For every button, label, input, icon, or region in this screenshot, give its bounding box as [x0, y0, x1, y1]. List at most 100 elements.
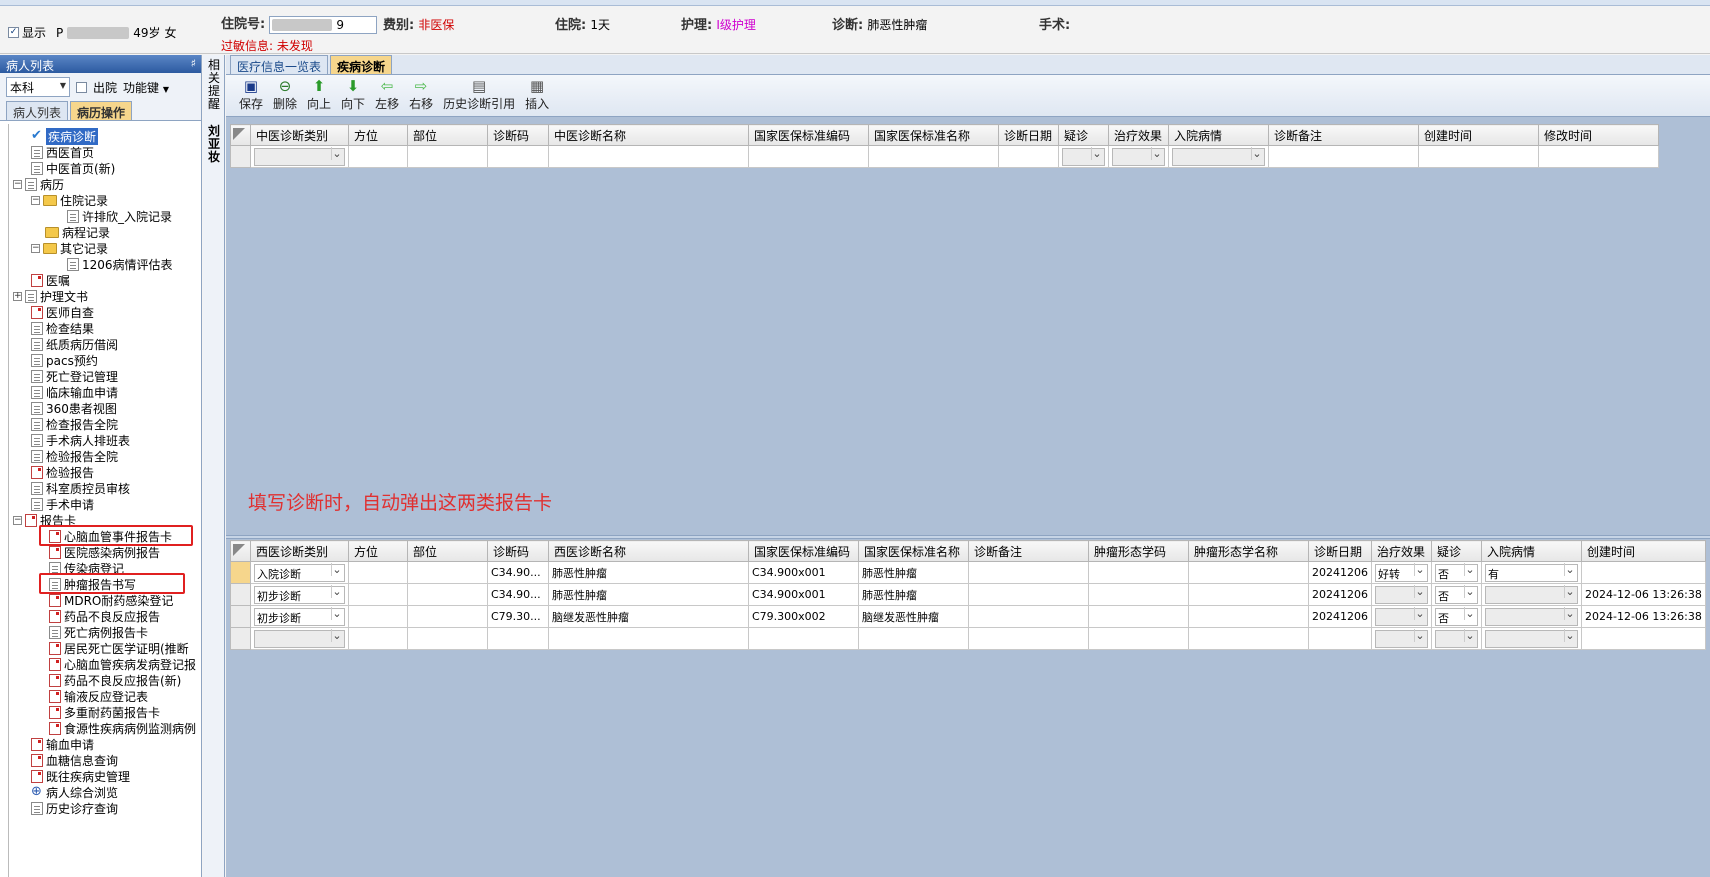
cell[interactable] — [548, 145, 749, 168]
cell[interactable] — [1058, 145, 1109, 168]
cell[interactable] — [407, 627, 488, 650]
grid-corner[interactable] — [230, 124, 251, 146]
tree-item-nursing-docs[interactable]: + 护理文书 — [13, 288, 88, 304]
cell[interactable] — [348, 627, 408, 650]
effect-dropdown[interactable]: 好转 — [1375, 562, 1428, 582]
tree-item-progress-record[interactable]: 病程记录 — [45, 224, 110, 240]
tree-item-death-case-card[interactable]: 死亡病例报告卡 — [49, 624, 148, 640]
admit-cell[interactable] — [1481, 605, 1582, 628]
dept-select[interactable]: 本科 ▼ — [6, 77, 70, 97]
cell[interactable] — [348, 561, 408, 584]
checkbox-checked-icon[interactable]: ✓ — [8, 27, 19, 38]
save-button[interactable]: ▣ 保存 — [234, 75, 268, 112]
code-cell[interactable]: C79.30... — [487, 605, 549, 628]
admit-cell[interactable] — [1481, 583, 1582, 606]
suspect-dropdown[interactable]: 否 — [1435, 606, 1478, 626]
created-cell[interactable] — [1581, 561, 1706, 584]
col-header[interactable]: 国家医保标准编码 — [748, 540, 859, 562]
note-cell[interactable] — [968, 583, 1089, 606]
category-dropdown[interactable] — [254, 628, 345, 648]
tree-item-self-check[interactable]: 医师自查 — [31, 304, 94, 320]
row-header[interactable] — [230, 145, 251, 168]
date-cell[interactable]: 20241206 — [1308, 583, 1372, 606]
name-cell[interactable]: 肺恶性肿瘤 — [548, 583, 749, 606]
tab-medical-overview[interactable]: 医疗信息一览表 — [230, 55, 329, 74]
admit-dropdown[interactable] — [1485, 628, 1578, 648]
admit-cell[interactable] — [1481, 627, 1582, 650]
pin-icon[interactable]: ♯ — [191, 57, 196, 70]
row-header[interactable] — [230, 561, 251, 584]
cell[interactable] — [407, 561, 488, 584]
cell[interactable] — [748, 627, 859, 650]
cell[interactable] — [407, 145, 488, 168]
cell[interactable] — [548, 627, 749, 650]
tree-item-disease-diag[interactable]: ✔ 疾病诊断 — [31, 127, 99, 145]
cell[interactable] — [487, 145, 549, 168]
table-row[interactable]: 初步诊断 C79.30... 脑继发恶性肿瘤 C79.300x002 脑继发恶性… — [230, 605, 1706, 628]
cell[interactable] — [1268, 145, 1419, 168]
delete-button[interactable]: ⊖ 删除 — [268, 75, 302, 112]
tree-item-glucose-query[interactable]: 血糖信息查询 — [31, 752, 118, 768]
tree-item-360-view[interactable]: 360患者视图 — [31, 400, 117, 416]
col-header[interactable]: 治疗效果 — [1371, 540, 1432, 562]
tree-item-qc-review[interactable]: 科室质控员审核 — [31, 480, 130, 496]
cell[interactable] — [1538, 145, 1659, 168]
col-header[interactable]: 部位 — [407, 540, 488, 562]
grid-splitter[interactable] — [226, 535, 1710, 539]
code-cell[interactable]: C34.90... — [487, 561, 549, 584]
cell[interactable] — [348, 605, 408, 628]
col-header[interactable]: 治疗效果 — [1108, 124, 1169, 146]
suspect-dropdown[interactable]: 否 — [1435, 562, 1478, 582]
category-cell[interactable]: 入院诊断 — [250, 561, 349, 584]
admission-no-box[interactable]: 9 — [269, 15, 378, 34]
cell[interactable] — [1308, 627, 1372, 650]
col-header[interactable]: 西医诊断名称 — [548, 540, 749, 562]
grid-corner[interactable] — [230, 540, 251, 562]
morph-name-cell[interactable] — [1188, 561, 1309, 584]
move-right-button[interactable]: ⇨ 右移 — [404, 75, 438, 112]
col-header[interactable]: 修改时间 — [1538, 124, 1659, 146]
note-cell[interactable] — [968, 561, 1089, 584]
history-diagnosis-button[interactable]: ▤ 历史诊断引用 — [438, 75, 520, 112]
cell[interactable] — [348, 583, 408, 606]
cell[interactable] — [868, 145, 999, 168]
cell[interactable] — [407, 583, 488, 606]
ins-name-cell[interactable]: 脑继发恶性肿瘤 — [858, 605, 969, 628]
col-header[interactable]: 创建时间 — [1581, 540, 1706, 562]
tree-item-admission-entry[interactable]: 许排欣_入院记录 — [67, 208, 172, 224]
cell[interactable] — [1188, 627, 1309, 650]
tree-item-lab-report[interactable]: 检验报告 — [31, 464, 94, 480]
col-header[interactable]: 诊断码 — [487, 124, 549, 146]
tree-item-death-reg[interactable]: 死亡登记管理 — [31, 368, 118, 384]
tab-record-ops[interactable]: 病历操作 — [70, 101, 133, 120]
table-row[interactable] — [230, 627, 1706, 650]
tree-item-orders[interactable]: 医嘱 — [31, 272, 70, 288]
code-cell[interactable]: C34.90... — [487, 583, 549, 606]
category-cell[interactable]: 初步诊断 — [250, 583, 349, 606]
func-key-button[interactable]: 功能键 ▼ — [123, 79, 169, 96]
col-header[interactable]: 入院病情 — [1481, 540, 1582, 562]
col-header[interactable]: 部位 — [407, 124, 488, 146]
tree-item-surgery-request[interactable]: 手术申请 — [31, 496, 94, 512]
note-cell[interactable] — [968, 605, 1089, 628]
ins-code-cell[interactable]: C79.300x002 — [748, 605, 859, 628]
tree-item-admission-record[interactable]: − 住院记录 — [31, 192, 108, 208]
effect-dropdown[interactable] — [1375, 628, 1428, 648]
suspect-cell[interactable]: 否 — [1431, 605, 1482, 628]
morph-name-cell[interactable] — [1188, 605, 1309, 628]
date-cell[interactable]: 20241206 — [1308, 561, 1372, 584]
tcm-category-cell[interactable] — [250, 145, 349, 168]
tree-item-blood-request[interactable]: 输血申请 — [31, 736, 94, 752]
tree-item-paper-borrow[interactable]: 纸质病历借阅 — [31, 336, 118, 352]
col-header[interactable]: 肿瘤形态学名称 — [1188, 540, 1309, 562]
admit-dropdown[interactable] — [1485, 584, 1578, 604]
date-cell[interactable]: 20241206 — [1308, 605, 1372, 628]
table-row[interactable]: 入院诊断 C34.90... 肺恶性肿瘤 C34.900x001 肺恶性肿瘤 2… — [230, 561, 1706, 584]
name-cell[interactable]: 肺恶性肿瘤 — [548, 561, 749, 584]
collapse-icon[interactable]: − — [31, 195, 40, 205]
suspect-cell[interactable]: 否 — [1431, 561, 1482, 584]
suspect-cell[interactable]: 否 — [1431, 583, 1482, 606]
move-up-button[interactable]: ⬆ 向上 — [302, 75, 336, 112]
tree-item-patient-overview[interactable]: ⊕ 病人综合浏览 — [31, 784, 118, 800]
col-header[interactable]: 西医诊断类别 — [250, 540, 349, 562]
